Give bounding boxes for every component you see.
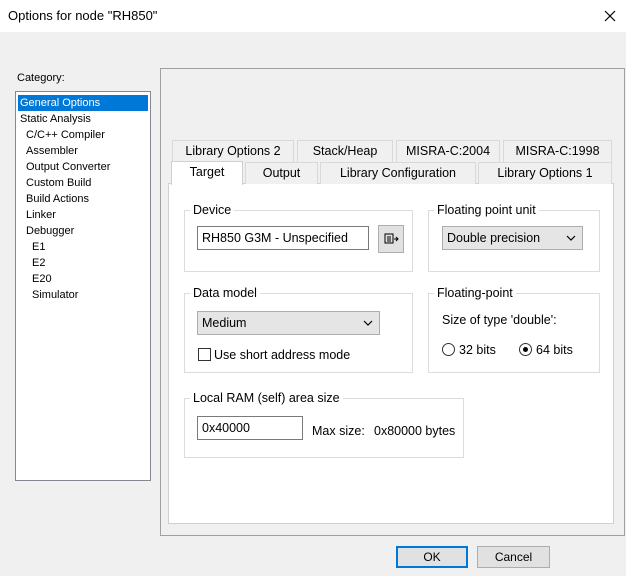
max-size-value: 0x80000 bytes <box>374 424 456 438</box>
floating-point-group <box>428 293 600 373</box>
tab-output[interactable]: Output <box>245 162 318 184</box>
local-ram-group-title: Local RAM (self) area size <box>190 391 343 405</box>
fpu-group-title: Floating point unit <box>434 203 539 217</box>
close-button[interactable] <box>596 4 624 28</box>
ok-button[interactable]: OK <box>396 546 468 568</box>
short-address-checkbox[interactable] <box>198 348 211 361</box>
device-browse-button[interactable] <box>378 225 404 253</box>
category-item-c-compiler[interactable]: C/C++ Compiler <box>24 127 105 143</box>
close-icon <box>604 10 616 22</box>
category-item-static-analysis[interactable]: Static Analysis <box>18 111 91 127</box>
category-item-e2[interactable]: E2 <box>30 255 45 271</box>
category-item-custom-build[interactable]: Custom Build <box>24 175 91 191</box>
category-item-general-options[interactable]: General Options <box>18 95 148 111</box>
device-field[interactable]: RH850 G3M - Unspecified <box>197 226 369 250</box>
window-title: Options for node "RH850" <box>8 8 158 23</box>
tab-stack-heap[interactable]: Stack/Heap <box>297 140 393 162</box>
max-size-label: Max size: <box>312 424 365 438</box>
tab-library-configuration[interactable]: Library Configuration <box>320 162 476 184</box>
category-item-linker[interactable]: Linker <box>24 207 56 223</box>
radio-32-bits-label: 32 bits <box>459 343 496 357</box>
category-item-build-actions[interactable]: Build Actions <box>24 191 89 207</box>
tab-library-options-2[interactable]: Library Options 2 <box>172 140 294 162</box>
category-label: Category: <box>17 72 65 84</box>
chevron-down-icon <box>363 320 373 326</box>
category-item-e1[interactable]: E1 <box>30 239 45 255</box>
tab-target[interactable]: Target <box>171 161 243 185</box>
chevron-down-icon <box>566 235 576 241</box>
title-bar: Options for node "RH850" <box>0 0 626 32</box>
device-group-title: Device <box>190 203 235 217</box>
tab-library-options-1[interactable]: Library Options 1 <box>478 162 612 184</box>
radio-64-bits-label: 64 bits <box>536 343 573 357</box>
data-model-select-value: Medium <box>202 316 247 330</box>
double-size-label: Size of type 'double': <box>442 313 557 327</box>
floating-point-group-title: Floating-point <box>434 286 516 300</box>
short-address-label: Use short address mode <box>214 348 351 362</box>
category-item-assembler[interactable]: Assembler <box>24 143 78 159</box>
category-list[interactable]: General Options Static Analysis C/C++ Co… <box>15 91 151 481</box>
category-item-debugger[interactable]: Debugger <box>24 223 74 239</box>
fpu-select[interactable]: Double precision <box>442 226 583 250</box>
tab-misra-c-1998[interactable]: MISRA-C:1998 <box>503 140 612 162</box>
category-item-e20[interactable]: E20 <box>30 271 52 287</box>
device-select-icon <box>384 233 399 244</box>
cancel-button[interactable]: Cancel <box>477 546 550 568</box>
data-model-group-title: Data model <box>190 286 260 300</box>
tab-misra-c-2004[interactable]: MISRA-C:2004 <box>396 140 500 162</box>
data-model-select[interactable]: Medium <box>197 311 380 335</box>
radio-64-bits[interactable] <box>519 343 532 356</box>
category-item-simulator[interactable]: Simulator <box>30 287 78 303</box>
local-ram-size-input[interactable]: 0x40000 <box>197 416 303 440</box>
radio-32-bits[interactable] <box>442 343 455 356</box>
category-item-output-converter[interactable]: Output Converter <box>24 159 110 175</box>
fpu-select-value: Double precision <box>447 231 541 245</box>
